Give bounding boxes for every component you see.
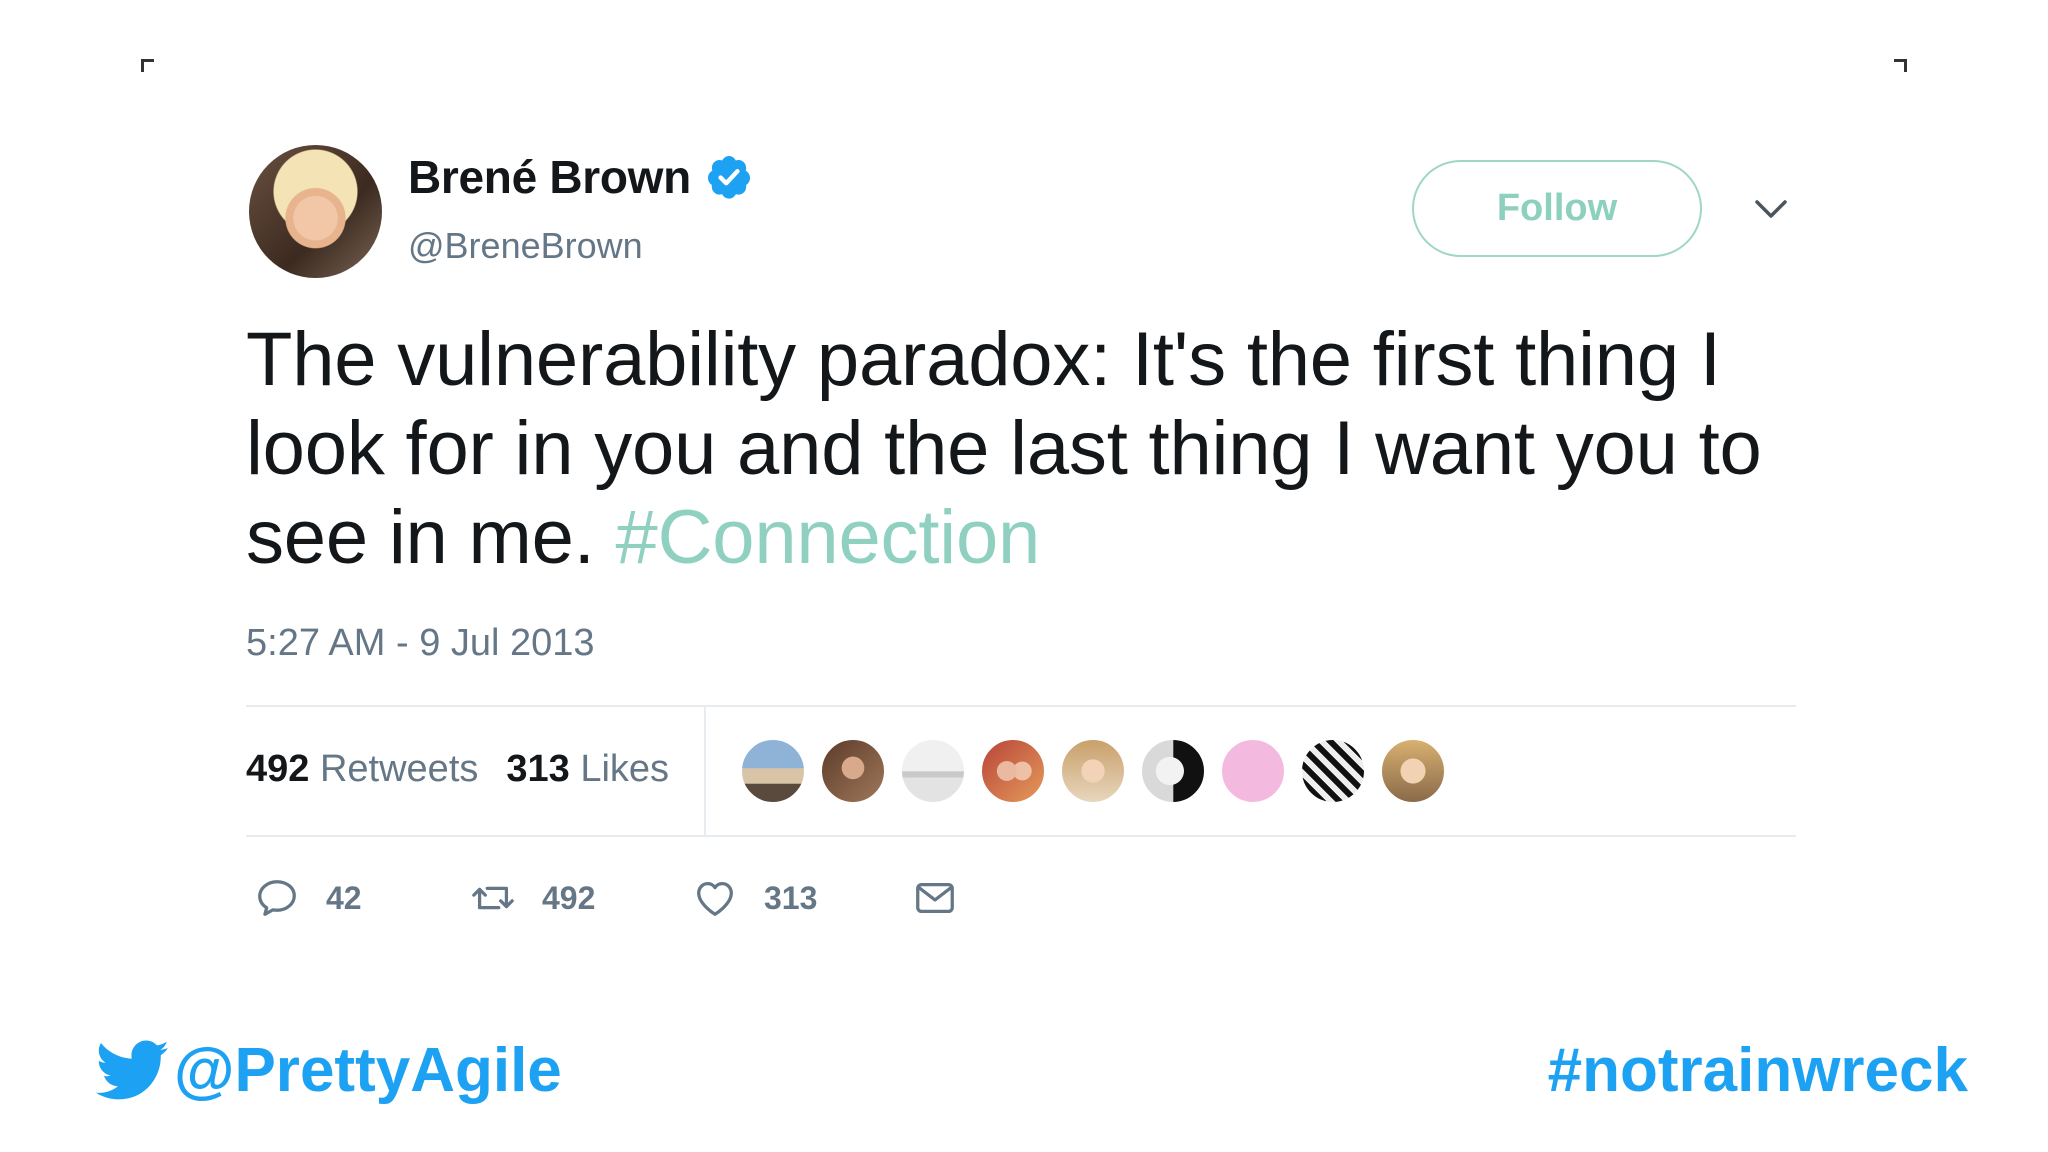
- reply-icon: [258, 880, 296, 916]
- author-handle[interactable]: @BreneBrown: [408, 225, 643, 267]
- like-count: 313: [764, 879, 818, 916]
- corner-mark-top-left: [141, 59, 154, 72]
- message-action[interactable]: [912, 875, 984, 921]
- author-name-row: Brené Brown: [408, 150, 753, 204]
- liker-avatar[interactable]: [1220, 738, 1286, 804]
- liker-avatar[interactable]: [1300, 738, 1366, 804]
- reply-count: 42: [326, 879, 362, 916]
- retweet-count: 492: [542, 879, 596, 916]
- verified-badge-icon: [707, 156, 750, 199]
- author-display-name[interactable]: Brené Brown: [408, 150, 691, 204]
- tweet-text: The vulnerability paradox: It's the firs…: [246, 315, 1806, 582]
- engagement-stats: 492 Retweets 313 Likes: [246, 748, 697, 791]
- retweets-stat[interactable]: 492 Retweets: [246, 748, 478, 791]
- reply-action[interactable]: 42: [254, 875, 470, 921]
- liker-avatar[interactable]: [1060, 738, 1126, 804]
- retweet-icon: [472, 886, 514, 910]
- corner-mark-top-right: [1894, 59, 1907, 72]
- likes-count: 313: [506, 748, 570, 790]
- envelope-icon: [916, 882, 954, 914]
- chevron-down-icon[interactable]: [1754, 197, 1788, 223]
- footer-twitter-handle: @PrettyAgile: [96, 1035, 562, 1106]
- liker-avatar[interactable]: [900, 738, 966, 804]
- divider: [246, 705, 1796, 707]
- liker-avatar[interactable]: [820, 738, 886, 804]
- like-action[interactable]: 313: [692, 875, 912, 921]
- retweets-label: Retweets: [319, 748, 479, 790]
- heart-icon: [697, 881, 733, 916]
- footer-handle-text: @PrettyAgile: [174, 1036, 562, 1105]
- liker-avatar[interactable]: [1140, 738, 1206, 804]
- likes-stat[interactable]: 313 Likes: [506, 748, 669, 791]
- follow-button[interactable]: Follow: [1412, 160, 1702, 257]
- twitter-bird-icon: [96, 1039, 169, 1099]
- divider: [246, 835, 1796, 837]
- liker-avatars: [740, 738, 1460, 804]
- liker-avatar[interactable]: [740, 738, 806, 804]
- tweet-actions: 42 492 313: [254, 875, 984, 921]
- author-avatar[interactable]: [249, 145, 382, 278]
- liker-avatar[interactable]: [980, 738, 1046, 804]
- liker-avatar[interactable]: [1380, 738, 1446, 804]
- hashtag-link[interactable]: #Connection: [616, 495, 1041, 580]
- divider-vertical: [704, 707, 706, 835]
- likes-label: Likes: [580, 748, 670, 790]
- retweets-count: 492: [246, 748, 310, 790]
- retweet-action[interactable]: 492: [470, 875, 692, 921]
- tweet-timestamp[interactable]: 5:27 AM - 9 Jul 2013: [246, 622, 595, 665]
- footer-hashtag: #notrainwreck: [1547, 1036, 1968, 1105]
